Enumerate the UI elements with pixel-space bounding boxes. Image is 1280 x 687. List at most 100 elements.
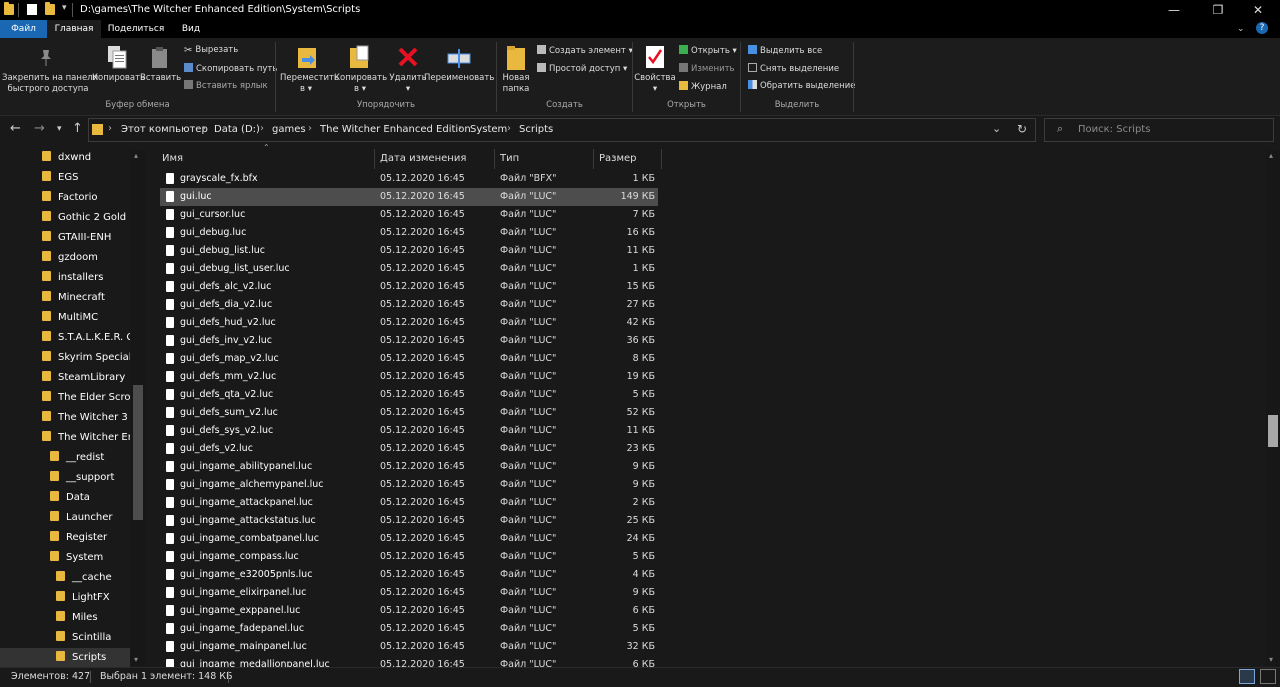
copy-to-label[interactable]: Копировать	[334, 73, 387, 83]
properties-label[interactable]: Свойства	[634, 73, 676, 83]
delete-label[interactable]: Удалить	[388, 73, 428, 83]
file-row[interactable]: gui_ingame_fadepanel.luc 05.12.2020 16:45…	[160, 620, 658, 638]
column-separator[interactable]	[593, 149, 594, 169]
file-row[interactable]: gui_defs_sys_v2.luc 05.12.2020 16:45 Файл …	[160, 422, 658, 440]
easy-access-button[interactable]: Простой доступ ▾	[537, 63, 627, 74]
file-row[interactable]: gui_ingame_attackpanel.luc 05.12.2020 16:…	[160, 494, 658, 512]
crumb-this-pc[interactable]: Этот компьютер	[121, 124, 208, 135]
nav-item[interactable]: gzdoom	[42, 248, 130, 268]
select-all-button[interactable]: Выделить все	[748, 45, 822, 56]
nav-item[interactable]: SteamLibrary	[42, 368, 130, 388]
nav-item[interactable]: Scintilla	[56, 628, 130, 648]
nav-item[interactable]: EGS	[42, 168, 130, 188]
file-row[interactable]: gui_defs_mm_v2.luc 05.12.2020 16:45 Файл "…	[160, 368, 658, 386]
nav-item[interactable]: The Elder Scrolls	[42, 388, 130, 408]
paste-button[interactable]	[150, 46, 170, 70]
copy-label[interactable]: Копировать	[92, 73, 145, 83]
scroll-up-icon[interactable]: ▴	[1269, 151, 1273, 160]
nav-item[interactable]: installers	[42, 268, 130, 288]
file-row[interactable]: gui_debug_list.luc 05.12.2020 16:45 Файл "…	[160, 242, 658, 260]
nav-item[interactable]: LightFX	[56, 588, 130, 608]
refresh-icon[interactable]: ↻	[1017, 122, 1027, 136]
file-row[interactable]: grayscale_fx.bfx 05.12.2020 16:45 Файл "BF…	[160, 170, 658, 188]
crumb-separator[interactable]: ›	[108, 123, 112, 134]
large-icons-view-icon[interactable]	[1260, 669, 1276, 684]
column-header-size[interactable]: Размер	[599, 149, 637, 169]
history-button[interactable]: Журнал	[679, 81, 727, 92]
file-list-scrollbar[interactable]	[1266, 150, 1280, 666]
minimize-icon[interactable]: —	[1152, 0, 1196, 20]
scroll-down-icon[interactable]: ▾	[1269, 655, 1273, 664]
properties-button[interactable]	[644, 44, 666, 72]
crumb-scripts[interactable]: Scripts	[519, 124, 553, 135]
file-row[interactable]: gui_ingame_elixirpanel.luc 05.12.2020 16:…	[160, 584, 658, 602]
nav-item[interactable]: S.T.A.L.K.E.R. Clea	[42, 328, 130, 348]
help-icon[interactable]: ?	[1256, 22, 1268, 34]
nav-item[interactable]: The Witcher Enha	[42, 428, 130, 448]
customize-quick-access-icon[interactable]: ▾	[62, 3, 67, 13]
column-header-date[interactable]: Дата изменения	[380, 149, 466, 169]
crumb-separator[interactable]: ›	[260, 123, 264, 134]
nav-item[interactable]: The Witcher 3 Wi	[42, 408, 130, 428]
tab-view[interactable]: Вид	[171, 20, 211, 38]
nav-item[interactable]: __support	[50, 468, 130, 488]
tab-file[interactable]: Файл	[0, 20, 47, 38]
nav-item[interactable]: dxwnd	[42, 148, 130, 168]
file-row[interactable]: gui_defs_dia_v2.luc 05.12.2020 16:45 Файл …	[160, 296, 658, 314]
column-separator[interactable]	[494, 149, 495, 169]
crumb-separator[interactable]: ›	[507, 123, 511, 134]
nav-item[interactable]: Skyrim Special Ec	[42, 348, 130, 368]
delete-label-2[interactable]: ▾	[388, 84, 428, 94]
tab-home[interactable]: Главная	[47, 20, 101, 38]
file-row[interactable]: gui_defs_inv_v2.luc 05.12.2020 16:45 Файл …	[160, 332, 658, 350]
new-item-button[interactable]: Создать элемент ▾	[537, 45, 633, 56]
crumb-separator[interactable]: ›	[458, 123, 462, 134]
nav-item[interactable]: Factorio	[42, 188, 130, 208]
address-dropdown-icon[interactable]: ⌄	[992, 122, 1001, 135]
file-row[interactable]: gui_ingame_abilitypanel.luc 05.12.2020 16…	[160, 458, 658, 476]
file-row[interactable]: gui_defs_sum_v2.luc 05.12.2020 16:45 Файл …	[160, 404, 658, 422]
nav-item[interactable]: System	[50, 548, 130, 568]
file-row[interactable]: gui_defs_v2.luc 05.12.2020 16:45 Файл "LUC…	[160, 440, 658, 458]
file-row[interactable]: gui_ingame_mainpanel.luc 05.12.2020 16:45…	[160, 638, 658, 656]
copy-button[interactable]	[106, 44, 128, 70]
nav-item[interactable]: GTAIII-ENH	[42, 228, 130, 248]
properties-label-2[interactable]: ▾	[634, 84, 676, 94]
copy-to-button[interactable]	[348, 44, 372, 72]
file-row[interactable]: gui_defs_alc_v2.luc 05.12.2020 16:45 Файл …	[160, 278, 658, 296]
file-row[interactable]: gui_defs_qta_v2.luc 05.12.2020 16:45 Файл …	[160, 386, 658, 404]
copy-to-label-2[interactable]: в ▾	[334, 84, 386, 94]
nav-item[interactable]: Launcher	[50, 508, 130, 528]
file-row[interactable]: gui_debug_list_user.luc 05.12.2020 16:45 Ф…	[160, 260, 658, 278]
edit-button[interactable]: Изменить	[679, 63, 735, 74]
nav-scroll-down-icon[interactable]: ▾	[134, 655, 138, 664]
rename-label[interactable]: Переименовать	[424, 73, 494, 83]
properties-check-icon[interactable]	[27, 4, 37, 15]
details-view-icon[interactable]	[1239, 669, 1255, 684]
column-separator[interactable]	[661, 149, 662, 169]
new-folder-icon[interactable]	[45, 2, 55, 15]
nav-item[interactable]: Scripts	[56, 648, 130, 668]
crumb-separator[interactable]: ›	[202, 123, 206, 134]
paste-label[interactable]: Вставить	[140, 73, 181, 83]
file-row[interactable]: gui_debug.luc 05.12.2020 16:45 Файл "LUC" 1…	[160, 224, 658, 242]
nav-item[interactable]: Register	[50, 528, 130, 548]
file-row[interactable]: gui_ingame_attackstatus.luc 05.12.2020 16…	[160, 512, 658, 530]
move-to-label[interactable]: Переместить	[280, 73, 339, 83]
file-row[interactable]: gui_ingame_compass.luc 05.12.2020 16:45 Фа…	[160, 548, 658, 566]
new-folder-button[interactable]	[505, 44, 527, 72]
collapse-ribbon-icon[interactable]: ⌄	[1237, 24, 1245, 34]
crumb-games[interactable]: games	[272, 124, 306, 135]
file-row[interactable]: gui_defs_map_v2.luc 05.12.2020 16:45 Файл …	[160, 350, 658, 368]
nav-item[interactable]: Data	[50, 488, 130, 508]
crumb-system[interactable]: System	[470, 124, 507, 135]
forward-arrow-icon[interactable]: →	[34, 122, 45, 136]
file-row[interactable]: gui.luc 05.12.2020 16:45 Файл "LUC" 149 КБ	[160, 188, 658, 206]
new-folder-label-2[interactable]: папка	[496, 84, 536, 94]
file-list-scroll-thumb[interactable]	[1268, 415, 1278, 447]
invert-selection-button[interactable]: Обратить выделение	[748, 80, 855, 91]
crumb-separator[interactable]: ›	[308, 123, 312, 134]
nav-item[interactable]: __redist	[50, 448, 130, 468]
file-row[interactable]: gui_ingame_exppanel.luc 05.12.2020 16:45 Ф…	[160, 602, 658, 620]
copy-path-button[interactable]: Скопировать путь	[184, 63, 277, 74]
